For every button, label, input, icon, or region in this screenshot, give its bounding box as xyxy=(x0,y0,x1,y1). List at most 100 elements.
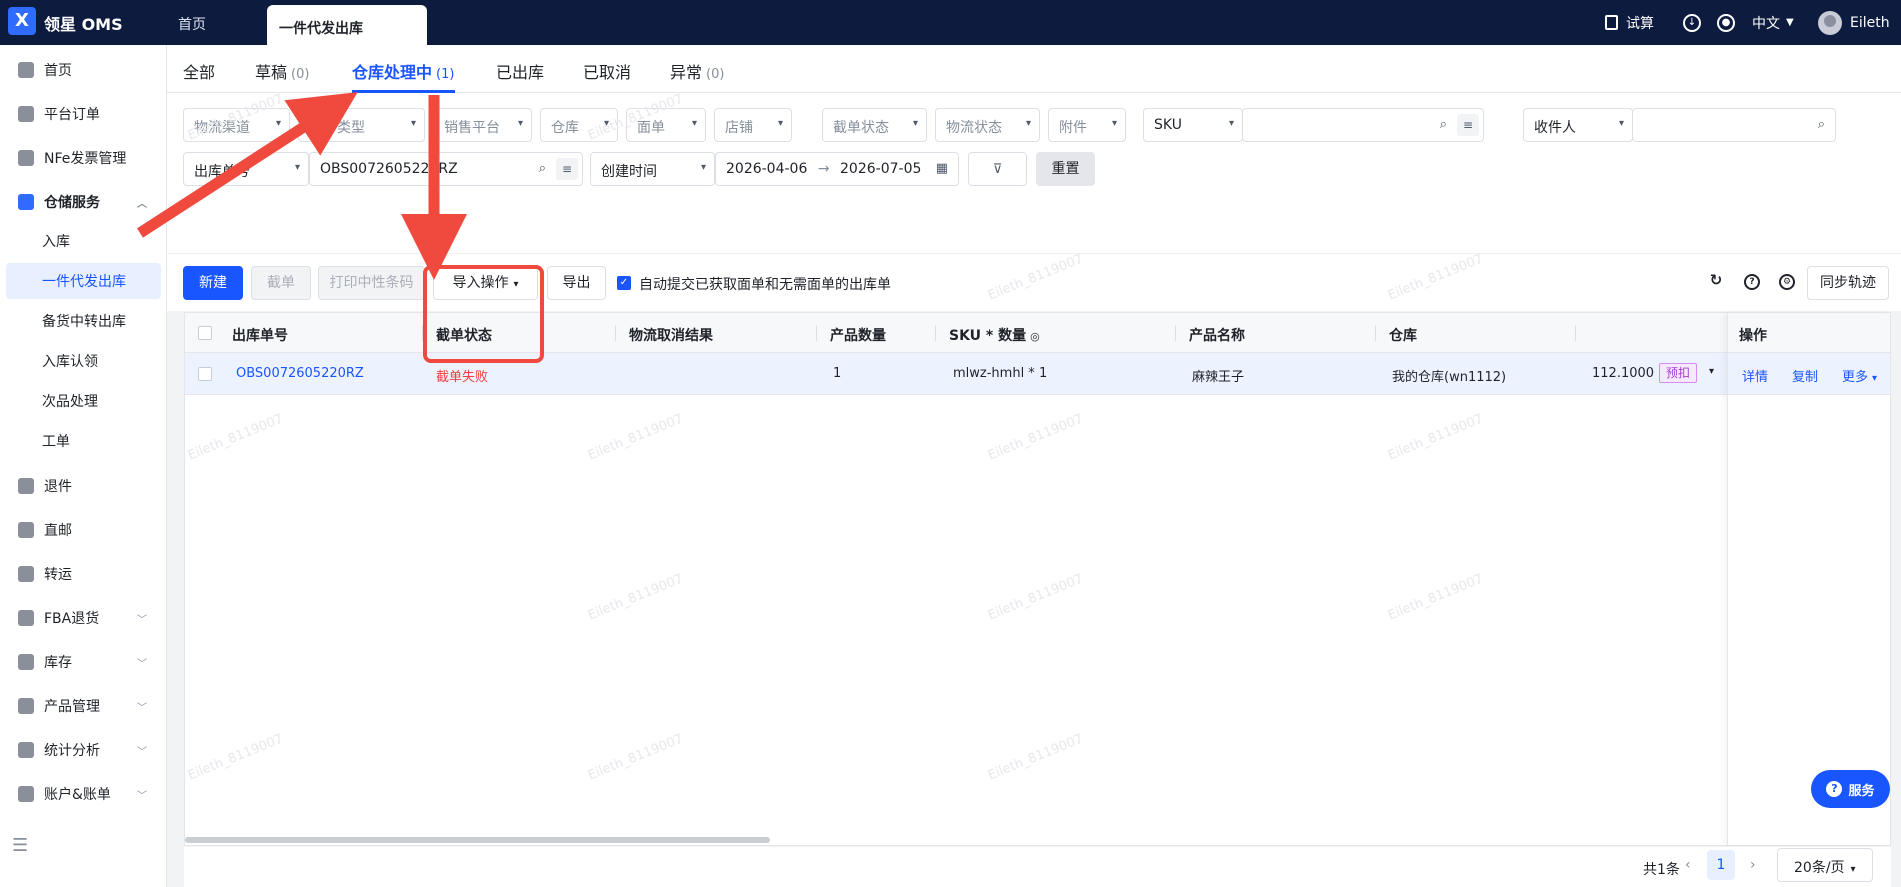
settings-column-icon[interactable]: ⚙ xyxy=(1779,274,1795,290)
settings-button[interactable]: ● xyxy=(1717,0,1735,45)
sidebar-item-home[interactable]: 首页 xyxy=(0,52,167,88)
filter-time-type[interactable]: 创建时间 ▾ xyxy=(590,152,715,186)
export-button[interactable]: 导出 xyxy=(547,266,606,300)
order-no-input[interactable]: OBS0072605220RZ ⌕ ≡ xyxy=(309,152,583,186)
transship-icon xyxy=(18,566,34,582)
col-separator xyxy=(816,325,817,341)
chevron-down-icon: ▾ xyxy=(777,118,783,129)
sidebar-item-direct-mail[interactable]: 直邮 xyxy=(0,512,167,548)
order-no-link[interactable]: OBS0072605220RZ xyxy=(236,366,364,381)
tab-home[interactable]: 首页 xyxy=(178,14,206,34)
cutoff-button[interactable]: 截单 xyxy=(251,266,311,300)
language-select[interactable]: 中文 ▼ xyxy=(1752,0,1794,45)
date-range-picker[interactable]: 2026-04-06 → 2026-07-05 ▦ xyxy=(715,152,959,186)
sidebar: 首页 平台订单 NFe发票管理 仓储服务 ︿ 入库 一件代发出库 备货中转出库 … xyxy=(0,45,167,887)
tab-exception[interactable]: 异常 (0) xyxy=(670,59,724,83)
fba-icon xyxy=(18,610,34,626)
tab-dropship-outbound[interactable]: 一件代发出库 xyxy=(267,5,427,45)
tab-draft[interactable]: 草稿 (0) xyxy=(255,59,309,83)
chart-icon xyxy=(18,742,34,758)
next-page-icon[interactable]: › xyxy=(1750,857,1756,873)
clipboard-icon xyxy=(18,106,34,122)
sidebar-sub-dropship-outbound[interactable]: 一件代发出库 xyxy=(6,263,161,299)
tab-shipped[interactable]: 已出库 xyxy=(496,59,544,83)
chevron-down-icon: ﹀ xyxy=(137,791,147,802)
filter-sales-platform[interactable]: 销售平台 ▾ xyxy=(433,108,532,142)
sidebar-item-returns[interactable]: 退件 xyxy=(0,468,167,504)
sidebar-item-account-billing[interactable]: 账户&账单 ﹀ xyxy=(0,776,167,812)
sidebar-item-analytics[interactable]: 统计分析 ﹀ xyxy=(0,732,167,768)
import-button[interactable]: 导入操作 ▾ xyxy=(433,266,538,300)
collapse-sidebar-icon[interactable]: ☰ xyxy=(12,835,28,856)
filter-cutoff-status[interactable]: 截单状态 ▾ xyxy=(822,108,927,142)
chevron-down-icon: ▾ xyxy=(294,162,300,173)
chevron-down-icon: ▾ xyxy=(912,118,918,129)
sidebar-item-label: 仓储服务 xyxy=(44,195,100,211)
multi-line-icon[interactable]: ≡ xyxy=(556,158,578,180)
filter-label: 销售平台 xyxy=(444,120,500,136)
eye-icon[interactable]: ◎ xyxy=(1030,330,1040,343)
sidebar-sub-work-order[interactable]: 工单 xyxy=(6,423,161,459)
calc-label: 试算 xyxy=(1626,15,1654,32)
sidebar-item-warehouse-service[interactable]: 仓储服务 ︿ xyxy=(0,184,167,220)
receiver-search-input[interactable]: ⌕ xyxy=(1632,108,1836,142)
row-checkbox[interactable] xyxy=(198,367,212,381)
chevron-down-icon: ▾ xyxy=(1228,118,1234,129)
filter-logistics-channel[interactable]: 物流渠道 ▾ xyxy=(183,108,290,142)
filter-variety-type[interactable]: 品种类型 ▾ xyxy=(298,108,425,142)
sync-tracking-button[interactable]: 同步轨迹 xyxy=(1807,266,1889,300)
calc-button[interactable]: 试算 xyxy=(1605,0,1654,45)
sidebar-item-nfe[interactable]: NFe发票管理 xyxy=(0,140,167,176)
reset-button[interactable]: 重置 xyxy=(1036,152,1095,186)
filter-label: 截单状态 xyxy=(833,120,889,136)
prev-page-icon[interactable]: ‹ xyxy=(1685,857,1691,873)
tab-processing[interactable]: 仓库处理中 (1) xyxy=(352,59,454,83)
pagination: 共1条 ‹ 1 › 20条/页 ▾ xyxy=(184,847,1891,887)
sidebar-sub-defective[interactable]: 次品处理 xyxy=(6,383,161,419)
tab-all[interactable]: 全部 xyxy=(183,59,215,83)
select-all-checkbox[interactable] xyxy=(198,326,212,340)
filter-receiver-type[interactable]: 收件人 ▾ xyxy=(1523,108,1633,142)
sidebar-item-inventory[interactable]: 库存 ﹀ xyxy=(0,644,167,680)
filter-sku-type[interactable]: SKU ▾ xyxy=(1143,108,1243,142)
chevron-down-icon: ▾ xyxy=(1618,118,1624,129)
filter-attachment[interactable]: 附件 ▾ xyxy=(1048,108,1126,142)
sidebar-item-platform-orders[interactable]: 平台订单 xyxy=(0,96,167,132)
help-icon[interactable]: ? xyxy=(1744,274,1760,290)
filter-label: 仓库 xyxy=(551,120,579,136)
filter-logistics-status[interactable]: 物流状态 ▾ xyxy=(935,108,1040,142)
gear-icon: ● xyxy=(1717,13,1735,32)
chevron-down-icon: ▾ xyxy=(513,279,519,290)
multi-line-icon[interactable]: ≡ xyxy=(1457,114,1479,136)
horizontal-scrollbar[interactable] xyxy=(185,837,770,843)
filter-order-no-type[interactable]: 出库单号 ▾ xyxy=(183,152,309,186)
clear-filter-button[interactable]: ⊽ xyxy=(968,152,1027,186)
sidebar-item-products[interactable]: 产品管理 ﹀ xyxy=(0,688,167,724)
refresh-icon[interactable]: ↻ xyxy=(1708,273,1724,290)
sidebar-item-transship[interactable]: 转运 xyxy=(0,556,167,592)
sidebar-sub-inbound[interactable]: 入库 xyxy=(6,223,161,259)
auto-submit-checkbox[interactable]: ✓ xyxy=(617,276,631,290)
filter-label: 品种类型 xyxy=(309,120,365,136)
service-button[interactable]: ? 服务 xyxy=(1811,770,1890,808)
filter-shop[interactable]: 店铺 ▾ xyxy=(714,108,792,142)
chevron-down-icon[interactable]: ▾ xyxy=(1709,366,1714,377)
chevron-down-icon: ▾ xyxy=(691,118,697,129)
new-button[interactable]: 新建 xyxy=(183,266,243,300)
col-sku-qty: SKU * 数量 ◎ xyxy=(949,325,1040,345)
filter-label-sheet[interactable]: 面单 ▾ xyxy=(626,108,706,142)
print-barcode-button[interactable]: 打印中性条码 xyxy=(318,266,425,300)
sidebar-sub-transfer-outbound[interactable]: 备货中转出库 xyxy=(6,303,161,339)
tab-cancelled[interactable]: 已取消 xyxy=(583,59,631,83)
filter-warehouse[interactable]: 仓库 ▾ xyxy=(540,108,618,142)
download-button[interactable]: ↓ xyxy=(1683,0,1701,45)
page-size-select[interactable]: 20条/页 ▾ xyxy=(1777,848,1873,882)
table-row[interactable]: OBS0072605220RZ 截单失败 1 mlwz-hmhl * 1 麻辣王… xyxy=(185,353,1890,395)
sidebar-sub-inbound-claim[interactable]: 入库认领 xyxy=(6,343,161,379)
sidebar-item-fba-returns[interactable]: FBA退货 ﹀ xyxy=(0,600,167,636)
user-menu[interactable]: Eileth xyxy=(1818,0,1890,45)
sidebar-item-label: 库存 xyxy=(44,655,72,671)
sku-search-input[interactable]: ⌕ ≡ xyxy=(1242,108,1484,142)
auto-submit-label: 自动提交已获取面单和无需面单的出库单 xyxy=(639,277,891,293)
page-number[interactable]: 1 xyxy=(1707,850,1735,880)
